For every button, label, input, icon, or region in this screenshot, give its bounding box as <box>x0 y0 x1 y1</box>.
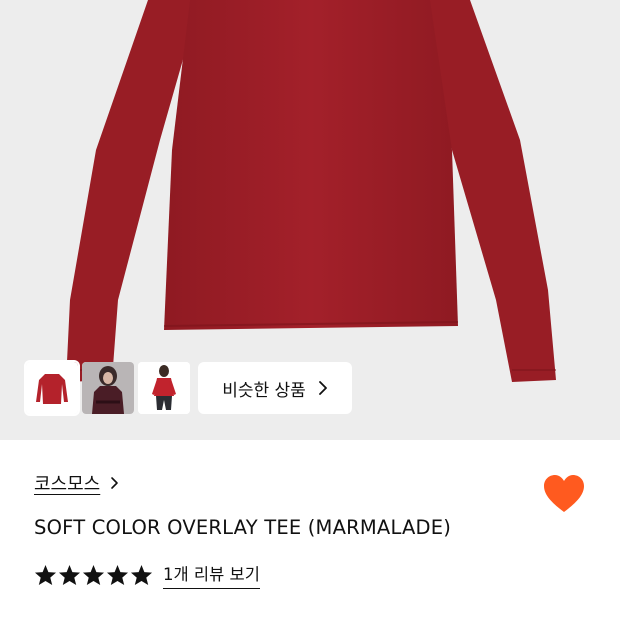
thumbnail-3[interactable] <box>138 362 190 414</box>
star-icon <box>82 564 105 586</box>
rating-stars <box>34 564 153 586</box>
brand-link[interactable]: 코스모스 <box>34 470 596 496</box>
similar-products-label: 비슷한 상품 <box>222 380 306 401</box>
red-tee-flat-thumbnail <box>36 374 68 404</box>
product-info: 코스모스 SOFT COLOR OVERLAY TEE (MARMALADE) … <box>34 470 596 589</box>
chevron-right-icon <box>318 381 327 395</box>
star-icon <box>130 564 153 586</box>
thumbnail-1[interactable] <box>24 360 80 416</box>
star-icon <box>34 564 57 586</box>
model-dark-tee-thumbnail <box>82 362 134 414</box>
product-image[interactable]: 비슷한 상품 <box>0 0 620 440</box>
brand-name: 코스모스 <box>34 474 101 495</box>
model-red-tee-thumbnail <box>138 362 190 414</box>
rating-row: 1개 리뷰 보기 <box>34 561 596 589</box>
star-icon <box>106 564 129 586</box>
thumbnail-strip: 비슷한 상품 <box>24 360 352 416</box>
star-icon <box>58 564 81 586</box>
chevron-right-icon <box>111 477 119 489</box>
similar-products-button[interactable]: 비슷한 상품 <box>198 362 352 414</box>
heart-icon[interactable] <box>542 474 586 514</box>
product-title: SOFT COLOR OVERLAY TEE (MARMALADE) <box>34 516 452 539</box>
review-link[interactable]: 1개 리뷰 보기 <box>163 561 260 589</box>
thumbnail-2[interactable] <box>82 362 134 414</box>
